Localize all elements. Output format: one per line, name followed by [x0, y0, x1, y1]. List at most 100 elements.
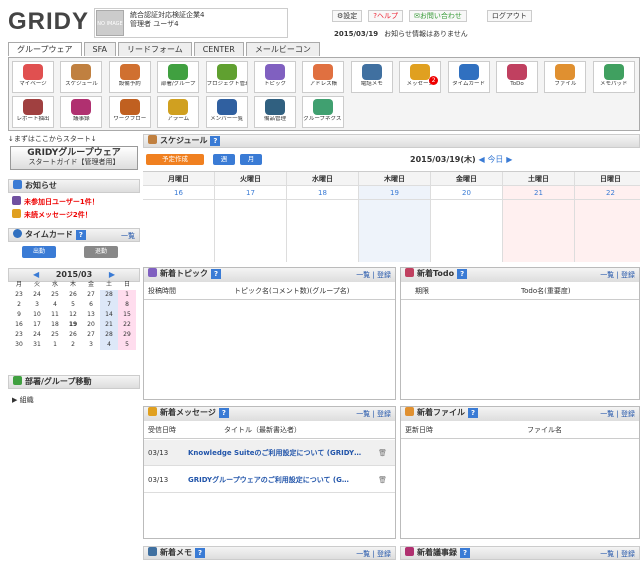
calendar-day[interactable]: 31 — [28, 340, 46, 350]
help-icon[interactable]: ? — [218, 408, 229, 418]
trash-icon[interactable]: 🗑 — [378, 467, 387, 493]
message-title-link[interactable]: Knowledge Suiteのご利用設定について (GRIDY… — [188, 440, 378, 466]
help-button[interactable]: ?ヘルプ — [368, 10, 403, 22]
calendar-day[interactable]: 21 — [100, 320, 118, 330]
file-list-link[interactable]: 一覧 — [600, 410, 614, 418]
day-column[interactable]: 日曜日 22 — [575, 172, 640, 262]
day-number[interactable]: 20 — [431, 186, 502, 200]
tab-leadform[interactable]: リードフォーム — [117, 42, 192, 56]
function-icon-19[interactable]: グループネクスト — [302, 96, 345, 128]
help-icon[interactable]: ? — [460, 548, 470, 558]
minutes-list-link[interactable]: 一覧 — [600, 550, 614, 558]
calendar-day[interactable]: 15 — [118, 310, 136, 320]
tab-center[interactable]: CENTER — [193, 42, 244, 56]
day-number[interactable]: 17 — [215, 186, 286, 200]
today-link[interactable]: 今日 — [487, 155, 503, 164]
message-register-link[interactable]: 登録 — [377, 410, 391, 418]
calendar-day[interactable]: 13 — [82, 310, 100, 320]
todo-list-link[interactable]: 一覧 — [600, 271, 614, 279]
month-view-button[interactable]: 月 — [240, 154, 262, 165]
day-number[interactable]: 22 — [575, 186, 640, 200]
help-icon[interactable]: ? — [468, 408, 478, 418]
calendar-day[interactable]: 22 — [118, 320, 136, 330]
calendar-day[interactable]: 6 — [82, 300, 100, 310]
calendar-day[interactable]: 3 — [28, 300, 46, 310]
help-icon[interactable]: ? — [210, 136, 221, 146]
calendar-day[interactable]: 23 — [10, 290, 28, 300]
calendar-day[interactable]: 11 — [46, 310, 64, 320]
help-icon[interactable]: ? — [211, 269, 221, 279]
message-title-link[interactable]: GRIDYグループウェアのご利用設定について (G… — [188, 467, 378, 493]
logout-button[interactable]: ログアウト — [486, 10, 532, 22]
calendar-day[interactable]: 20 — [82, 320, 100, 330]
calendar-day[interactable]: 17 — [28, 320, 46, 330]
calendar-day[interactable]: 28 — [100, 330, 118, 340]
day-column[interactable]: 金曜日 20 — [431, 172, 503, 262]
tab-groupware[interactable]: グループウェア — [8, 42, 82, 56]
function-icon-10[interactable]: ToDo — [496, 61, 538, 93]
clock-out-button[interactable]: 退勤 — [84, 246, 118, 258]
memo-register-link[interactable]: 登録 — [377, 550, 391, 558]
prev-week-icon[interactable]: ◀ — [478, 155, 484, 164]
start-guide-button[interactable]: GRIDYグループウェア スタートガイド【管理者用】 — [10, 146, 138, 170]
function-icon-14[interactable]: 議事録 — [60, 96, 103, 128]
calendar-day[interactable]: 16 — [10, 320, 28, 330]
inquiry-button[interactable]: ✉お問い合わせ — [409, 10, 467, 22]
calendar-day[interactable]: 28 — [100, 290, 118, 300]
todo-register-link[interactable]: 登録 — [621, 271, 635, 279]
topic-list-link[interactable]: 一覧 — [356, 271, 370, 279]
next-week-icon[interactable]: ▶ — [506, 155, 512, 164]
day-column[interactable]: 火曜日 17 — [215, 172, 287, 262]
function-icon-16[interactable]: アラーム — [157, 96, 200, 128]
trash-icon[interactable]: 🗑 — [378, 440, 387, 466]
function-icon-3[interactable]: 部署/グループ — [157, 61, 200, 93]
alert-unread[interactable]: 未読メッセージ2件！ — [12, 209, 92, 220]
function-icon-18[interactable]: 備品管理 — [254, 96, 296, 128]
function-icon-1[interactable]: スケジュール — [60, 61, 103, 93]
function-icon-2[interactable]: 設備予約 — [108, 61, 151, 93]
message-row[interactable]: 03/13 Knowledge Suiteのご利用設定について (GRIDY… … — [144, 440, 395, 466]
day-column[interactable]: 月曜日 16 — [143, 172, 215, 262]
function-icon-12[interactable]: メモパッド — [592, 61, 635, 93]
calendar-day[interactable]: 27 — [82, 330, 100, 340]
calendar-day[interactable]: 2 — [64, 340, 82, 350]
memo-list-link[interactable]: 一覧 — [356, 550, 370, 558]
file-register-link[interactable]: 登録 — [621, 410, 635, 418]
calendar-day[interactable]: 23 — [10, 330, 28, 340]
day-number[interactable]: 21 — [503, 186, 574, 200]
calendar-day[interactable]: 26 — [64, 330, 82, 340]
day-column[interactable]: 木曜日 19 — [359, 172, 431, 262]
calendar-day[interactable]: 19 — [64, 320, 82, 330]
tab-mailbeacon[interactable]: メールビーコン — [245, 42, 320, 56]
calendar-day[interactable]: 7 — [100, 300, 118, 310]
calendar-day[interactable]: 25 — [46, 290, 64, 300]
calendar-day[interactable]: 29 — [118, 330, 136, 340]
message-list-link[interactable]: 一覧 — [356, 410, 370, 418]
new-schedule-button[interactable]: 予定作成 — [146, 154, 204, 165]
day-column[interactable]: 水曜日 18 — [287, 172, 359, 262]
calendar-day[interactable]: 26 — [64, 290, 82, 300]
calendar-day[interactable]: 25 — [46, 330, 64, 340]
settings-button[interactable]: ⚙設定 — [332, 10, 363, 22]
calendar-day[interactable]: 24 — [28, 290, 46, 300]
calendar-day[interactable]: 9 — [10, 310, 28, 320]
day-column[interactable]: 土曜日 21 — [503, 172, 575, 262]
function-icon-17[interactable]: メンバー一覧 — [205, 96, 248, 128]
function-icon-8[interactable]: メッセージ 2 — [399, 61, 442, 93]
function-icon-11[interactable]: ファイル — [544, 61, 587, 93]
calendar-day[interactable]: 18 — [46, 320, 64, 330]
function-icon-4[interactable]: プロジェクト管理 — [205, 61, 248, 93]
minutes-register-link[interactable]: 登録 — [621, 550, 635, 558]
alert-unjoined[interactable]: 未参加日ユーザー1件！ — [12, 196, 99, 207]
calendar-day[interactable]: 3 — [82, 340, 100, 350]
calendar-day[interactable]: 24 — [28, 330, 46, 340]
tab-sfa[interactable]: SFA — [83, 42, 116, 56]
message-row[interactable]: 03/13 GRIDYグループウェアのご利用設定について (G… 🗑 — [144, 467, 395, 493]
calendar-day[interactable]: 1 — [46, 340, 64, 350]
dept-item-org[interactable]: ▶ 組織 — [12, 395, 34, 405]
function-icon-5[interactable]: トピック — [254, 61, 296, 93]
calendar-day[interactable]: 27 — [82, 290, 100, 300]
day-number[interactable]: 19 — [359, 186, 430, 200]
timecard-list-link[interactable]: 一覧 — [121, 230, 135, 242]
calendar-day[interactable]: 4 — [100, 340, 118, 350]
